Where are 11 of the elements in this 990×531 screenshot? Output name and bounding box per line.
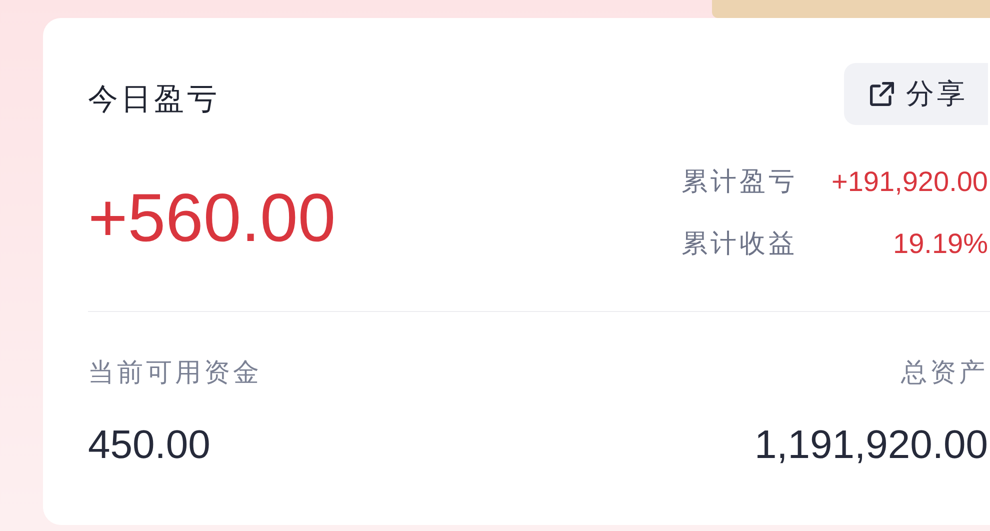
stat-label: 累计收益: [682, 228, 798, 260]
asset-label: 总资产: [901, 357, 988, 390]
asset-value: 1,191,920.00: [754, 422, 988, 469]
asset-value: 450.00: [88, 422, 210, 469]
stat-value: +191,920.00: [832, 165, 988, 199]
stat-label: 累计盈亏: [682, 166, 798, 198]
today-pnl-value: +560.00: [88, 179, 336, 258]
asset-label: 当前可用资金: [88, 357, 262, 390]
share-button[interactable]: 分享: [844, 63, 988, 125]
card-title: 今日盈亏: [88, 80, 220, 118]
stat-value: 19.19%: [892, 227, 988, 261]
